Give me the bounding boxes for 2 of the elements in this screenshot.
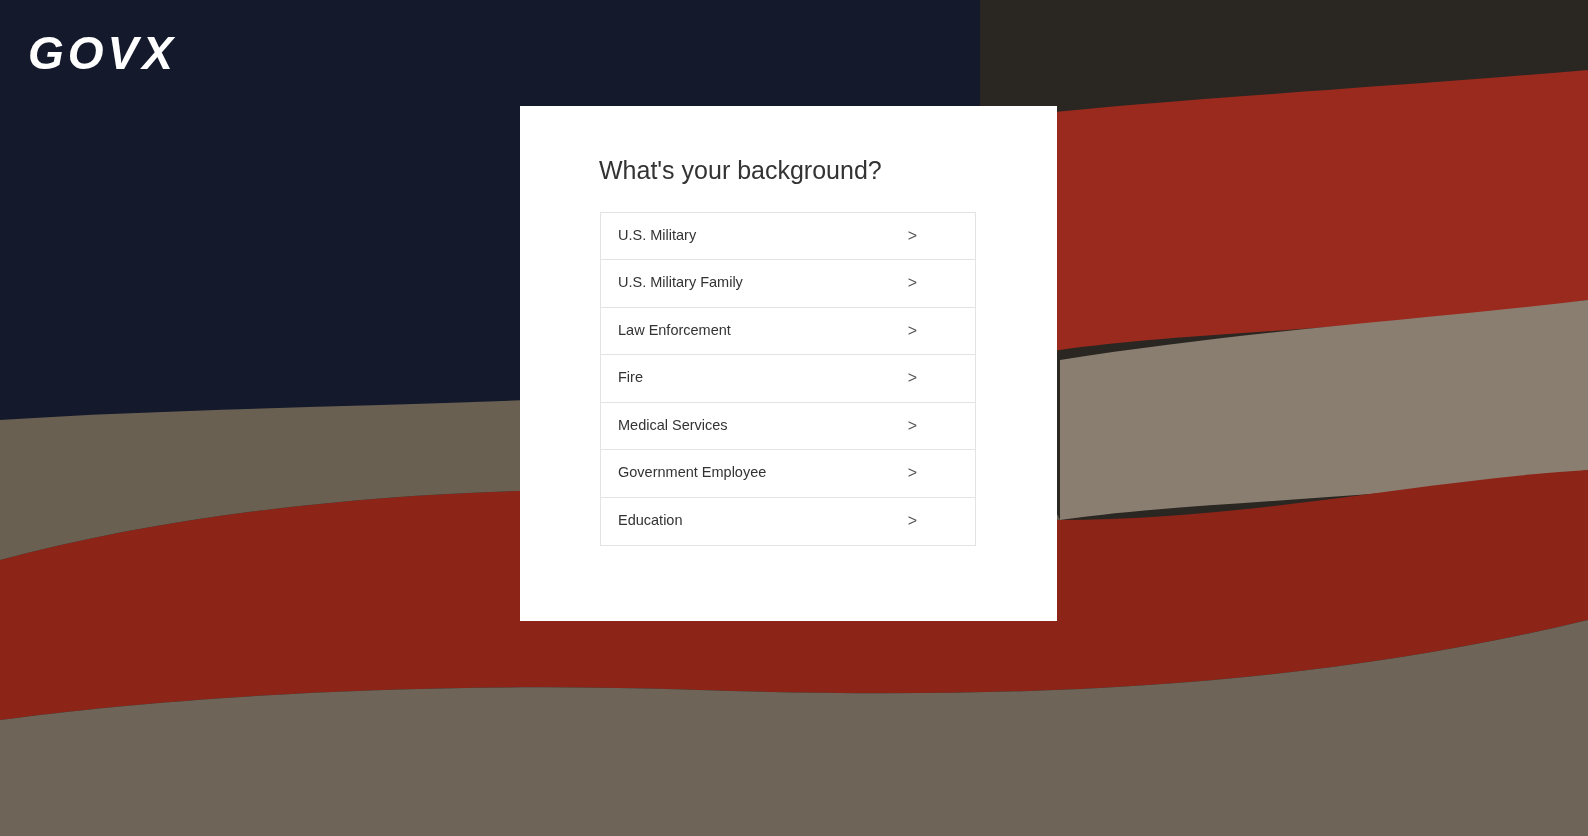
card-title: What's your background? [599, 155, 883, 186]
govx-logo[interactable]: GOVX [28, 27, 177, 79]
